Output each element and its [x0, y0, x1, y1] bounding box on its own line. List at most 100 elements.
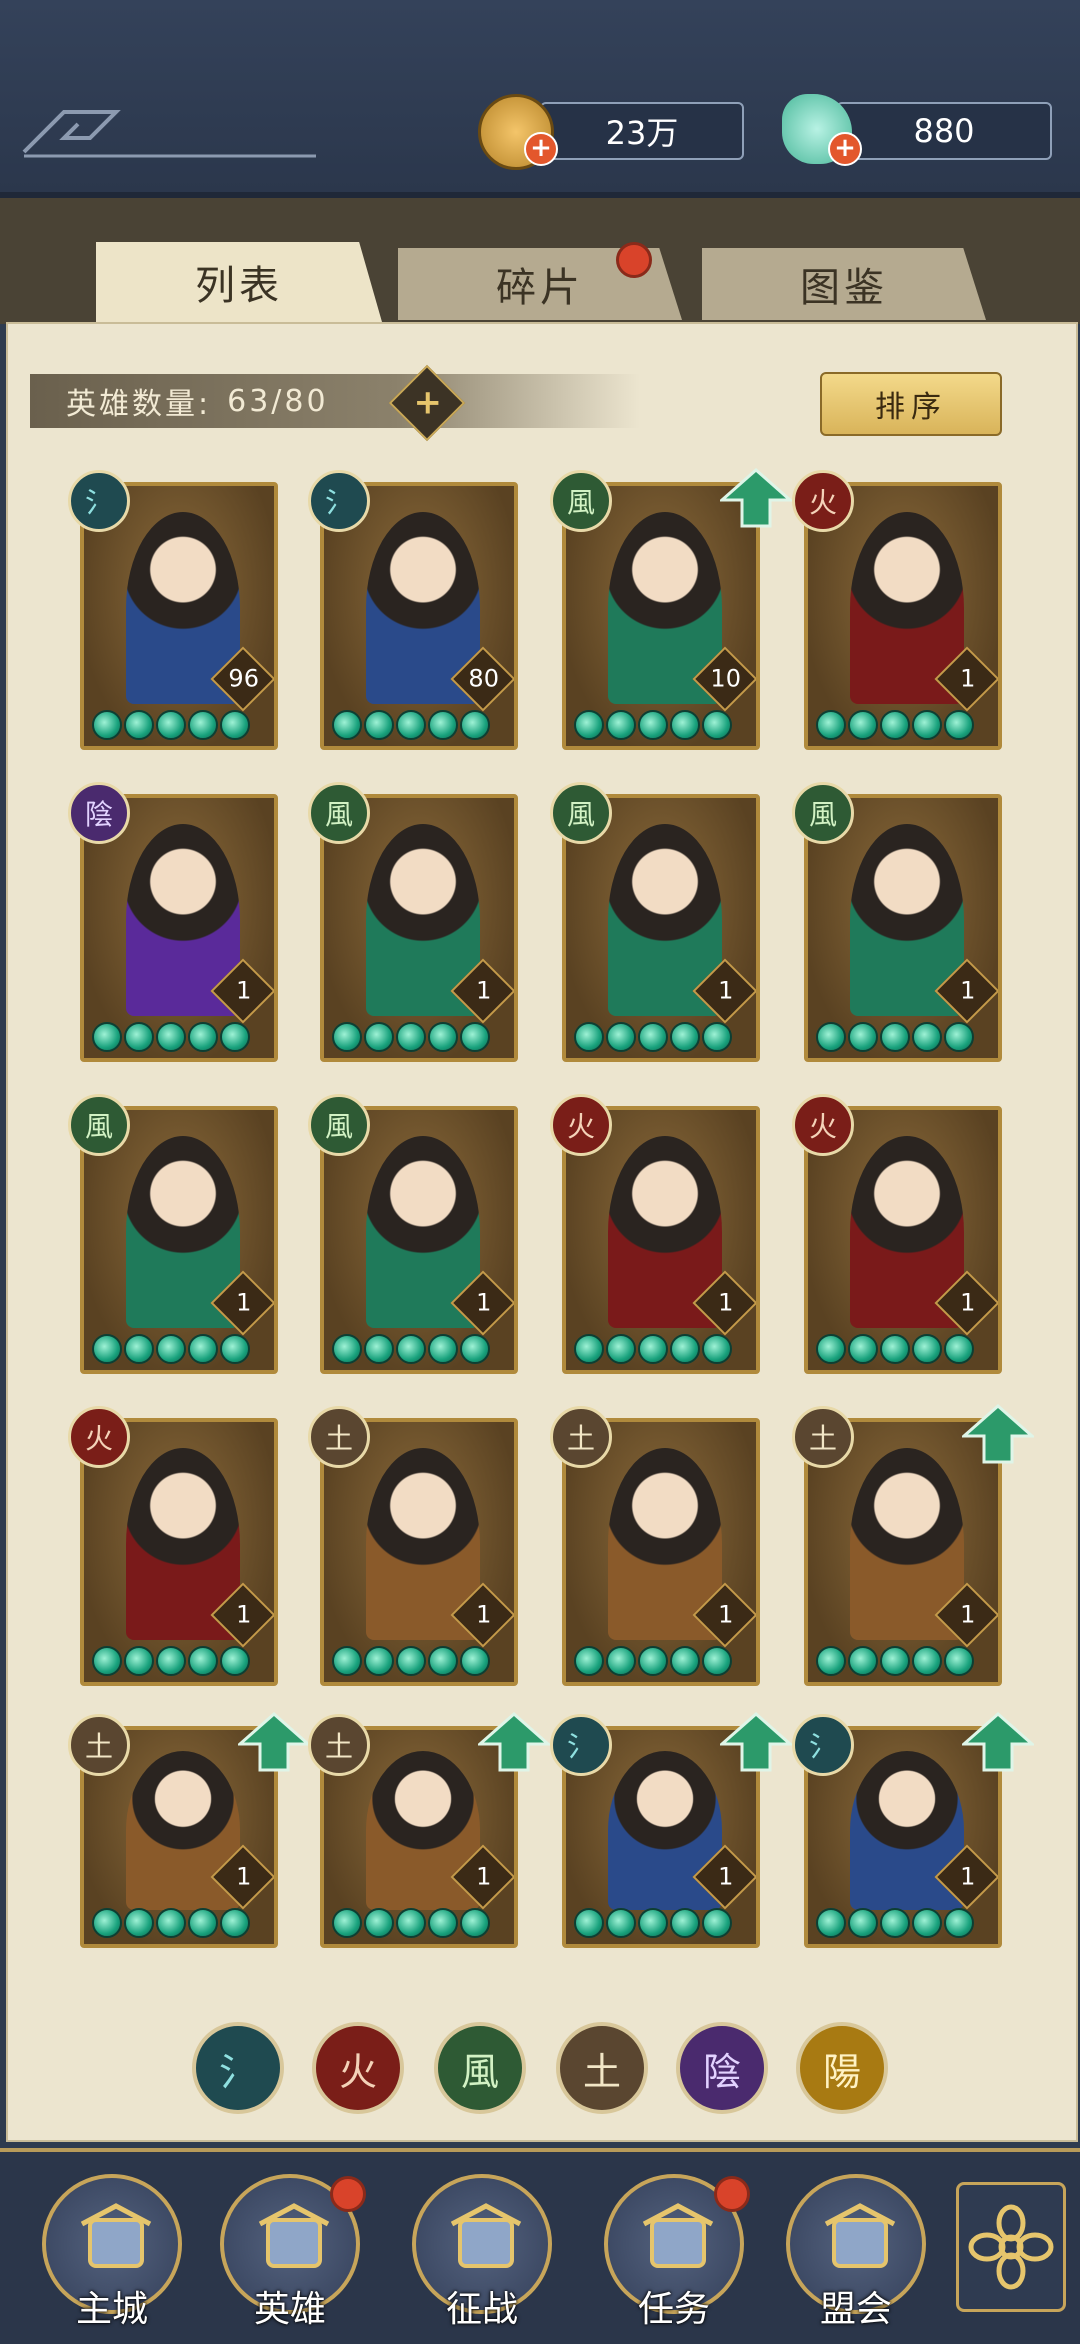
level-value: 1: [236, 976, 252, 1005]
pearl-icon: [574, 1646, 604, 1676]
level-value: 1: [718, 1862, 734, 1891]
level-value: 1: [476, 976, 492, 1005]
notification-dot-icon: [616, 242, 652, 278]
notification-dot-icon: [330, 2176, 366, 2212]
pearl-icon: [220, 1646, 250, 1676]
element-water-icon: 氵: [792, 1714, 854, 1776]
element-fire-icon: 火: [792, 1094, 854, 1156]
pearl-icon: [220, 1908, 250, 1938]
pearl-icon: [606, 1646, 636, 1676]
level-value: 1: [960, 1600, 976, 1629]
pearl-icon: [702, 1022, 732, 1052]
pearl-icon: [606, 1334, 636, 1364]
level-value: 10: [710, 664, 741, 693]
sort-button[interactable]: 排序: [820, 372, 1002, 436]
element-water-icon: 氵: [68, 470, 130, 532]
element-fire-icon: 火: [550, 1094, 612, 1156]
upgrade-arrow-icon: [960, 1403, 1036, 1464]
pearl-icon: [912, 1022, 942, 1052]
pearl-icon: [188, 1022, 218, 1052]
pearl-icon: [124, 1334, 154, 1364]
pearl-icon: [880, 1334, 910, 1364]
jade-value: 880: [913, 112, 975, 150]
pearl-icon: [944, 1908, 974, 1938]
pearl-icon: [364, 1908, 394, 1938]
pearl-icon: [428, 1022, 458, 1052]
pearl-icon: [574, 1022, 604, 1052]
element-earth-icon: 土: [792, 1406, 854, 1468]
pearl-icon: [702, 1334, 732, 1364]
element-water-icon: 氵: [550, 1714, 612, 1776]
guild-icon: [824, 2203, 896, 2268]
pearl-icon: [428, 1646, 458, 1676]
pearl-icon: [670, 1022, 700, 1052]
hero-count-bar: 英雄数量: 63/80: [30, 374, 640, 428]
pearl-icon: [944, 1022, 974, 1052]
pearl-icon: [188, 1646, 218, 1676]
level-value: 1: [476, 1600, 492, 1629]
pearl-icon: [912, 1646, 942, 1676]
level-value: 1: [960, 976, 976, 1005]
more-menu-button[interactable]: [956, 2182, 1066, 2312]
filter-water-button[interactable]: 氵: [192, 2022, 284, 2114]
pearl-icon: [332, 1022, 362, 1052]
pearl-icon: [912, 710, 942, 740]
add-coin-button[interactable]: +: [524, 132, 558, 166]
level-value: 1: [718, 1288, 734, 1317]
pearl-icon: [92, 1334, 122, 1364]
nav-label: 盟会: [819, 2289, 892, 2330]
pearl-icon: [816, 1908, 846, 1938]
star-pearls: [332, 1022, 490, 1052]
filter-fire-button[interactable]: 火: [312, 2022, 404, 2114]
star-pearls: [92, 1908, 250, 1938]
pearl-icon: [702, 1646, 732, 1676]
pearl-icon: [816, 1022, 846, 1052]
level-value: 1: [960, 1862, 976, 1891]
pearl-icon: [188, 1908, 218, 1938]
pearl-icon: [124, 1908, 154, 1938]
level-value: 1: [718, 976, 734, 1005]
filter-earth-button[interactable]: 土: [556, 2022, 648, 2114]
pearl-icon: [944, 710, 974, 740]
pearl-icon: [220, 1022, 250, 1052]
pearl-icon: [638, 1908, 668, 1938]
hero-count-label: 英雄数量:: [66, 387, 212, 422]
element-earth-icon: 土: [308, 1714, 370, 1776]
pearl-icon: [124, 710, 154, 740]
pearl-icon: [944, 1334, 974, 1364]
pearl-icon: [702, 710, 732, 740]
pearl-icon: [638, 1334, 668, 1364]
level-value: 1: [960, 664, 976, 693]
pearl-icon: [188, 710, 218, 740]
hero-icon: [258, 2203, 330, 2268]
star-pearls: [92, 1646, 250, 1676]
add-jade-button[interactable]: +: [828, 132, 862, 166]
filter-wind-button[interactable]: 風: [434, 2022, 526, 2114]
filter-yang-button[interactable]: 陽: [796, 2022, 888, 2114]
notification-dot-icon: [714, 2176, 750, 2212]
star-pearls: [816, 1646, 974, 1676]
star-pearls: [816, 1022, 974, 1052]
upgrade-arrow-icon: [960, 1711, 1036, 1772]
pearl-icon: [638, 710, 668, 740]
coin-counter: 23万: [540, 102, 744, 160]
upgrade-arrow-icon: [476, 1711, 552, 1772]
filter-yin-button[interactable]: 陰: [676, 2022, 768, 2114]
pearl-icon: [816, 710, 846, 740]
nav-label: 任务: [637, 2289, 710, 2330]
star-pearls: [332, 1908, 490, 1938]
star-pearls: [574, 710, 732, 740]
tab-list[interactable]: 列表: [96, 242, 382, 322]
pearl-icon: [428, 710, 458, 740]
pearl-icon: [880, 1646, 910, 1676]
star-pearls: [92, 1334, 250, 1364]
pearl-icon: [670, 1908, 700, 1938]
pearl-icon: [364, 710, 394, 740]
pearl-icon: [428, 1334, 458, 1364]
star-pearls: [332, 710, 490, 740]
tab-codex[interactable]: 图鉴: [702, 248, 986, 320]
pearl-icon: [332, 1646, 362, 1676]
element-wind-icon: 風: [792, 782, 854, 844]
task-icon: [642, 2203, 714, 2268]
pearl-icon: [880, 710, 910, 740]
